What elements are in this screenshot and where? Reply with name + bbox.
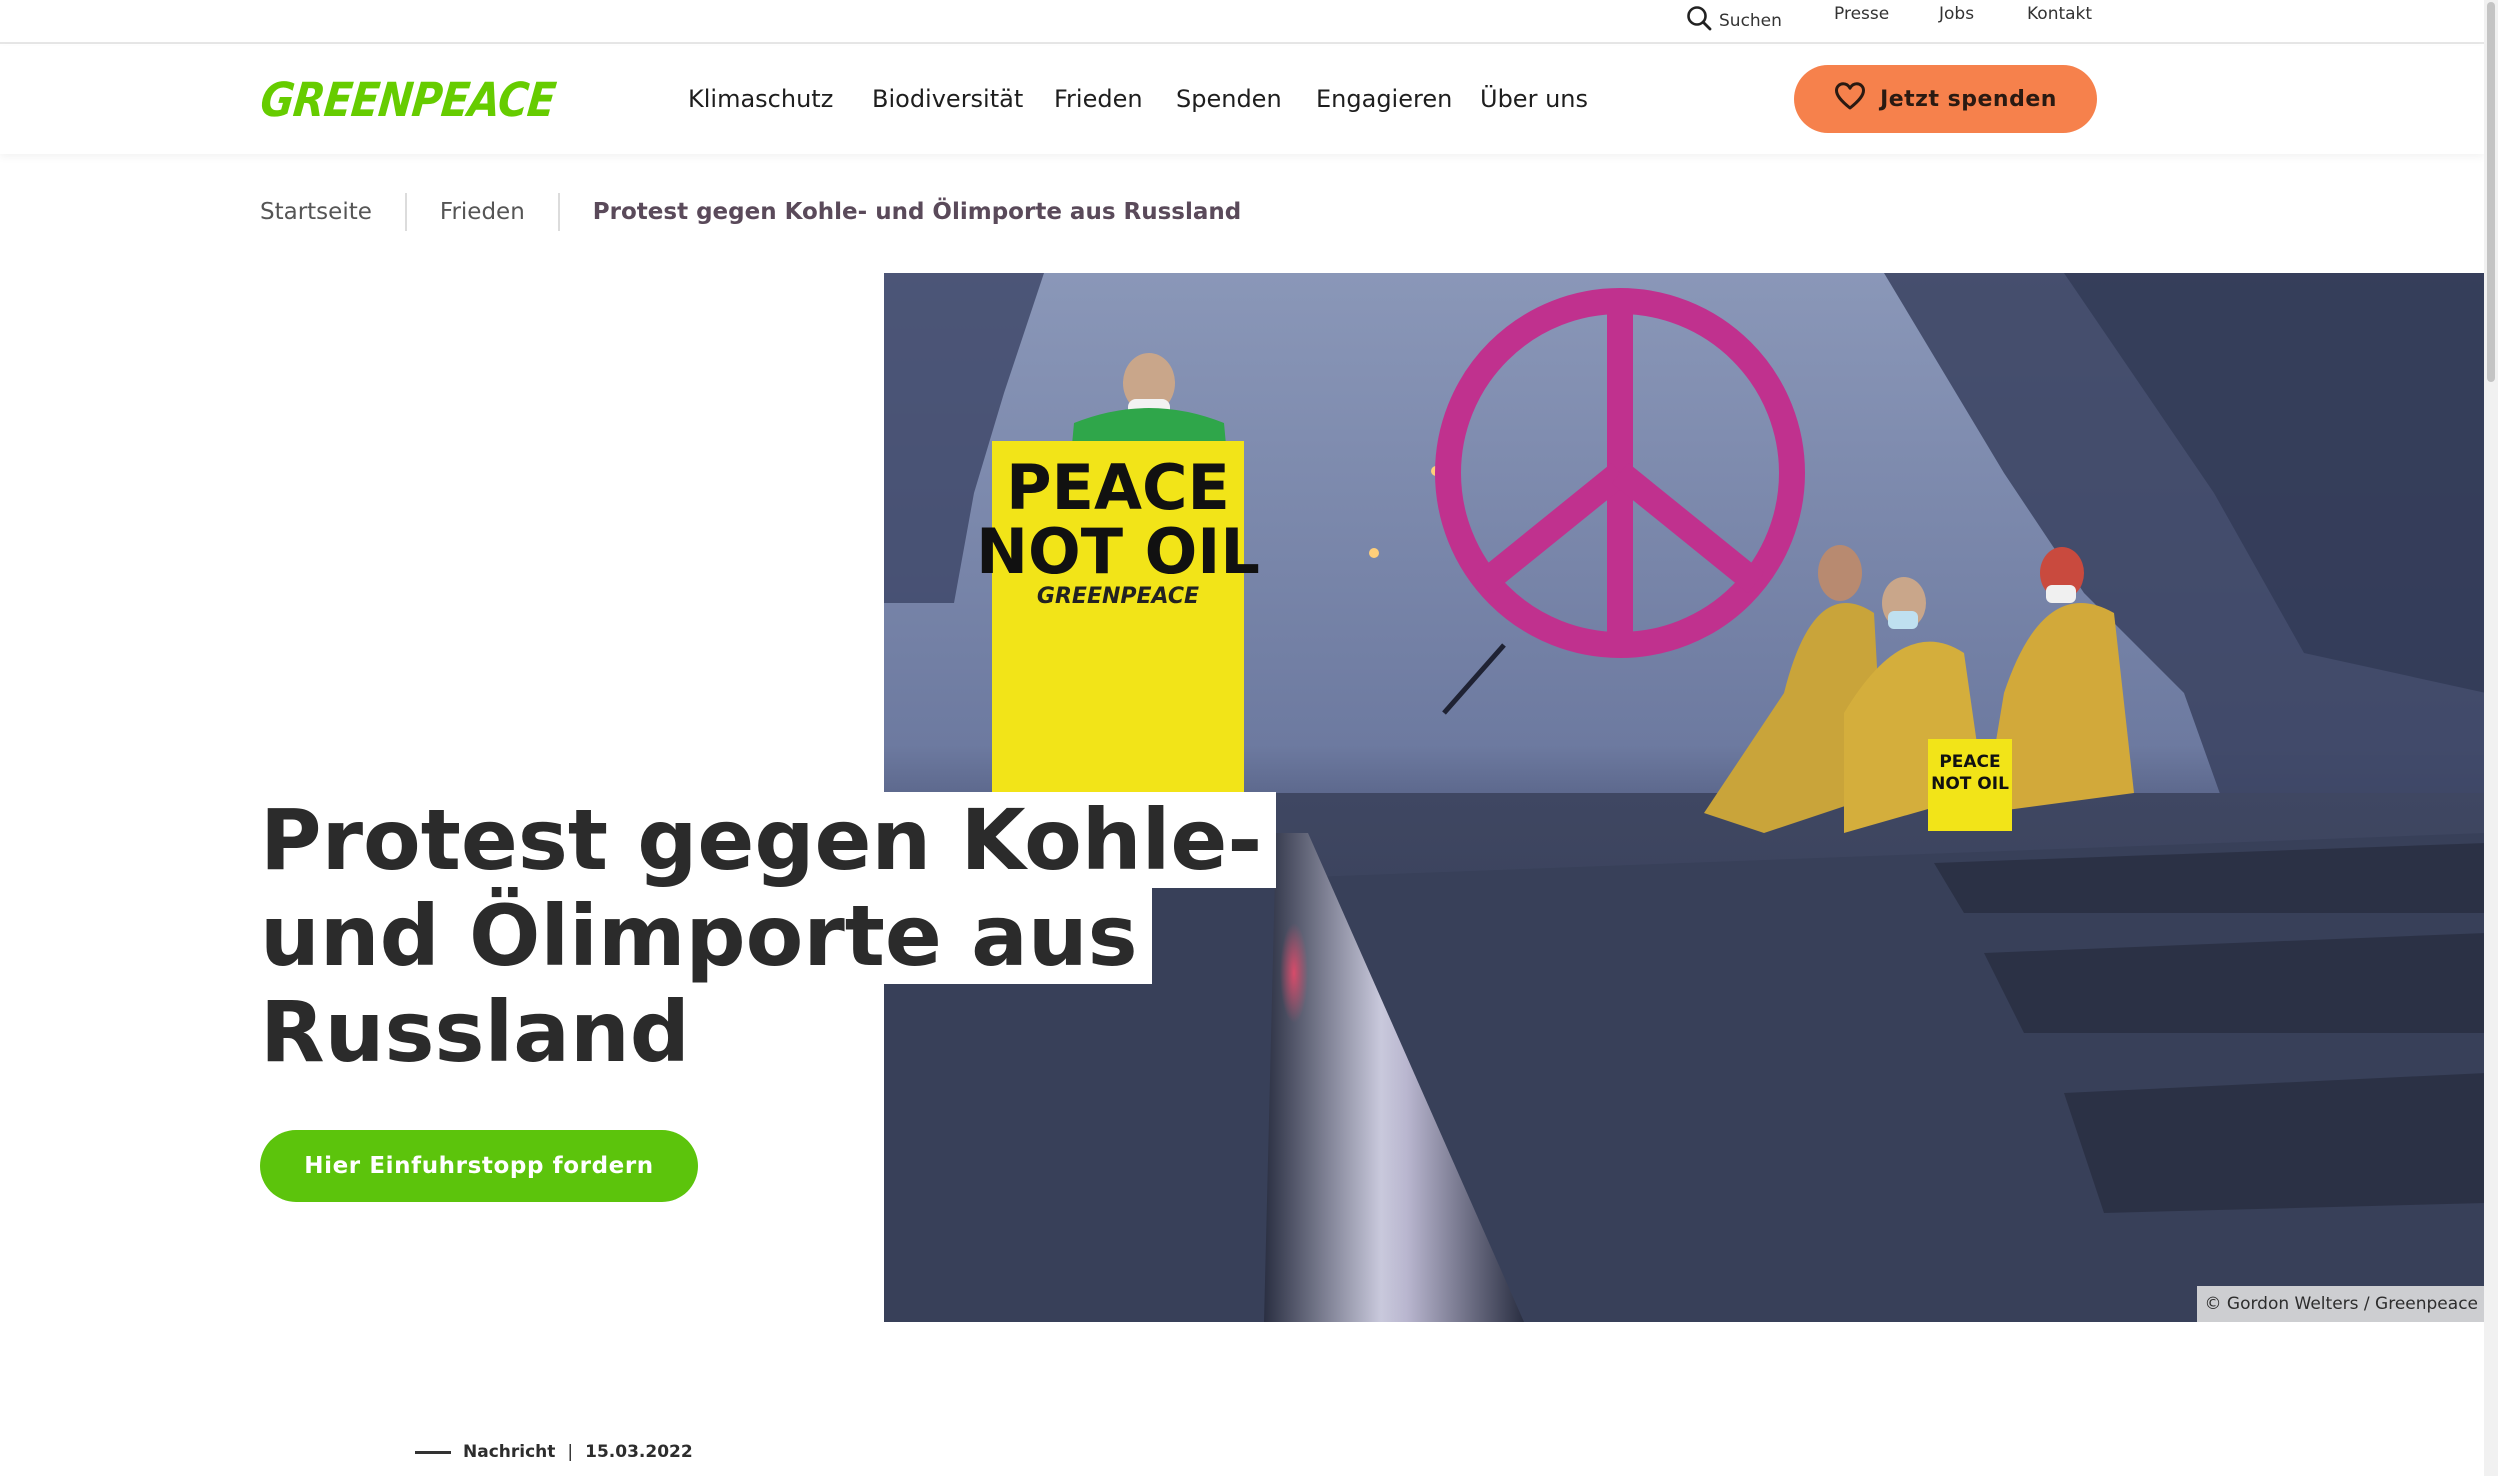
breadcrumb-separator — [557, 193, 560, 231]
photo-credit: © Gordon Welters / Greenpeace — [2196, 1286, 2486, 1322]
svg-text:PEACE: PEACE — [1939, 752, 2000, 772]
greenpeace-logo[interactable]: GREENPEACE — [258, 70, 564, 130]
svg-text:GREENPEACE: GREENPEACE — [1037, 584, 1199, 609]
page: Suchen Presse Jobs Kontakt GREENPEACE Kl… — [0, 0, 2498, 1476]
svg-text:NOT OIL: NOT OIL — [1931, 774, 2009, 794]
search-label[interactable]: Suchen — [1719, 11, 1782, 31]
donate-label[interactable]: Jetzt spenden — [1880, 87, 2057, 112]
page-scrollbar[interactable] — [2484, 0, 2498, 1476]
nav-klimaschutz[interactable]: Klimaschutz — [688, 82, 833, 116]
search-icon[interactable] — [1685, 4, 1719, 37]
page-title-line: und Ölimporte aus — [260, 888, 1152, 984]
donate-button[interactable]: Jetzt spenden — [1794, 65, 2097, 133]
jobs-link[interactable]: Jobs — [1939, 4, 1974, 24]
main-header: GREENPEACE Klimaschutz Biodiversität Fri… — [0, 46, 2484, 154]
kontakt-link[interactable]: Kontakt — [2027, 4, 2092, 24]
breadcrumb-frieden[interactable]: Frieden — [440, 199, 525, 225]
page-title-line: Protest gegen Kohle- — [260, 792, 1277, 888]
meta-dash — [415, 1450, 451, 1454]
cta-button[interactable]: Hier Einfuhrstopp fordern — [260, 1130, 698, 1202]
search-link[interactable]: Suchen — [1685, 4, 1782, 37]
heart-icon — [1834, 81, 1880, 117]
article-type: Nachricht — [463, 1442, 556, 1462]
article-date: 15.03.2022 — [585, 1442, 693, 1462]
breadcrumb-home[interactable]: Startseite — [260, 199, 372, 225]
presse-link[interactable]: Presse — [1834, 4, 1889, 24]
svg-text:PEACE: PEACE — [1006, 451, 1230, 524]
nav-engagieren[interactable]: Engagieren — [1316, 82, 1452, 116]
nav-biodiversitaet[interactable]: Biodiversität — [872, 82, 1023, 116]
breadcrumb-separator — [404, 193, 407, 231]
nav-ueber-uns[interactable]: Über uns — [1480, 82, 1588, 116]
page-title-line: Russland — [260, 984, 704, 1080]
article-meta: Nachricht | 15.03.2022 — [415, 1442, 693, 1462]
utility-bar: Suchen Presse Jobs Kontakt — [0, 0, 2484, 44]
meta-divider: | — [567, 1442, 574, 1462]
nav-frieden[interactable]: Frieden — [1054, 82, 1143, 116]
logo-text: GREENPEACE — [260, 73, 558, 128]
nav-spenden[interactable]: Spenden — [1176, 82, 1282, 116]
page-title: Protest gegen Kohle- und Ölimporte aus R… — [260, 792, 1277, 1080]
svg-text:NOT OIL: NOT OIL — [976, 515, 1260, 588]
breadcrumb-current: Protest gegen Kohle- und Ölimporte aus R… — [592, 199, 1242, 225]
breadcrumb: Startseite Frieden Protest gegen Kohle- … — [260, 192, 1241, 232]
scrollbar-thumb[interactable] — [2487, 2, 2495, 382]
